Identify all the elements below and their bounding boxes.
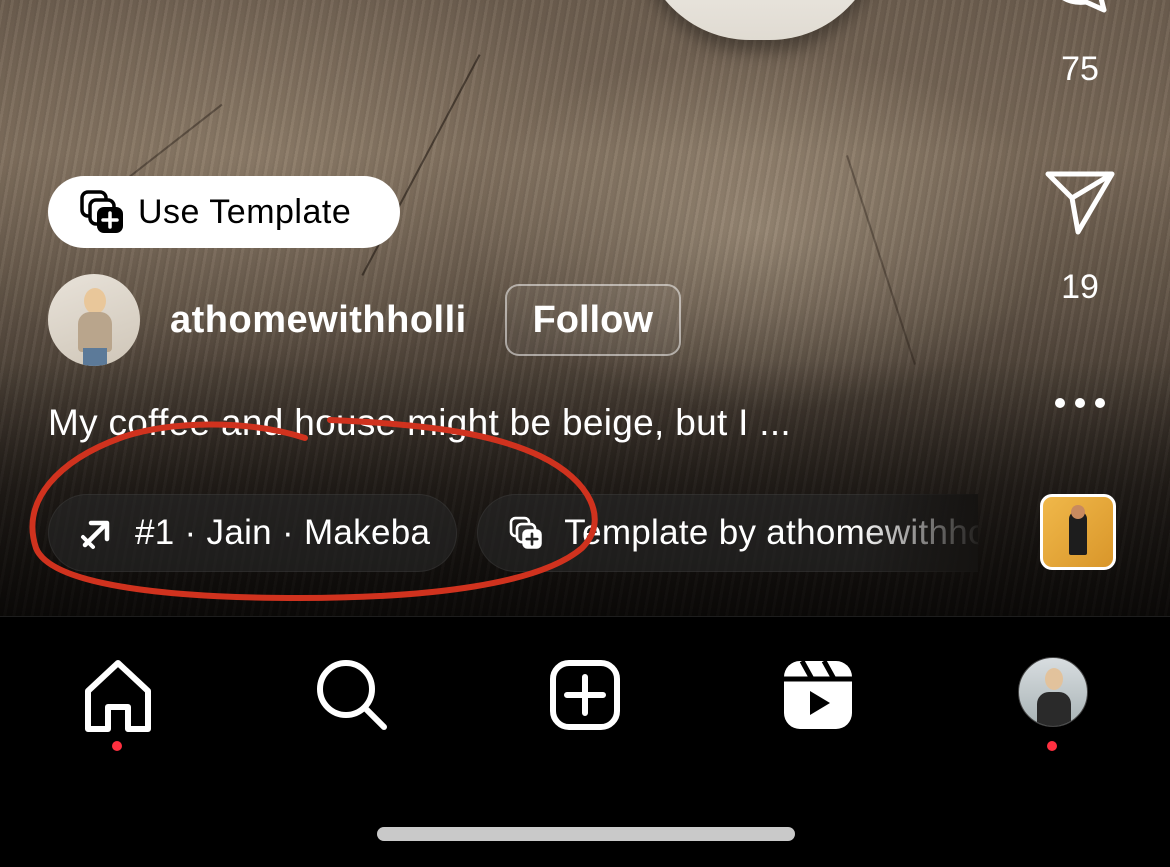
- plus-square-icon: [550, 660, 620, 730]
- tab-home[interactable]: [78, 655, 158, 735]
- share-icon[interactable]: [1042, 168, 1118, 236]
- profile-notification-dot: [1047, 741, 1057, 751]
- reel-caption[interactable]: My coffee and house might be beige, but …: [48, 402, 791, 444]
- tab-reels[interactable]: [778, 655, 858, 735]
- author-avatar[interactable]: [48, 274, 140, 366]
- use-template-label: Use Template: [138, 192, 352, 231]
- audio-thumbnail[interactable]: [1040, 494, 1116, 570]
- comment-icon[interactable]: [1042, 0, 1118, 26]
- template-icon: [509, 516, 543, 549]
- share-count: 19: [1061, 268, 1099, 306]
- use-template-button[interactable]: Use Template: [48, 176, 400, 248]
- reels-icon: [784, 659, 852, 729]
- trending-arrow-icon: [81, 520, 110, 549]
- tab-profile-avatar[interactable]: [1018, 657, 1088, 727]
- reel-video[interactable]: Use Template athomewithholli Follow My c…: [0, 0, 1170, 616]
- tab-create[interactable]: [545, 655, 625, 735]
- reel-chips: #1 · Jain · Makeba Template by athomewit…: [48, 494, 978, 572]
- reel-actions: 75 19: [1030, 0, 1130, 616]
- home-indicator[interactable]: [377, 827, 795, 841]
- search-icon: [317, 660, 387, 730]
- home-notification-dot: [112, 741, 122, 751]
- home-icon: [85, 660, 151, 732]
- coffee-cup-image: [640, 0, 880, 40]
- follow-button[interactable]: Follow: [504, 284, 681, 356]
- ellipsis-icon[interactable]: [1050, 388, 1110, 418]
- chips-fade: [858, 494, 978, 572]
- template-icon: [80, 190, 123, 233]
- comment-count: 75: [1061, 50, 1099, 88]
- bottom-tab-bar: [0, 616, 1170, 867]
- trending-audio-chip[interactable]: #1 · Jain · Makeba: [48, 494, 458, 572]
- wood-crack: [846, 155, 916, 365]
- author-username[interactable]: athomewithholli: [170, 299, 467, 342]
- tab-search[interactable]: [312, 655, 392, 735]
- overlay-gradient: [0, 360, 1170, 616]
- author-row: athomewithholli Follow: [48, 274, 681, 366]
- chip-label: #1 · Jain · Makeba: [135, 513, 431, 552]
